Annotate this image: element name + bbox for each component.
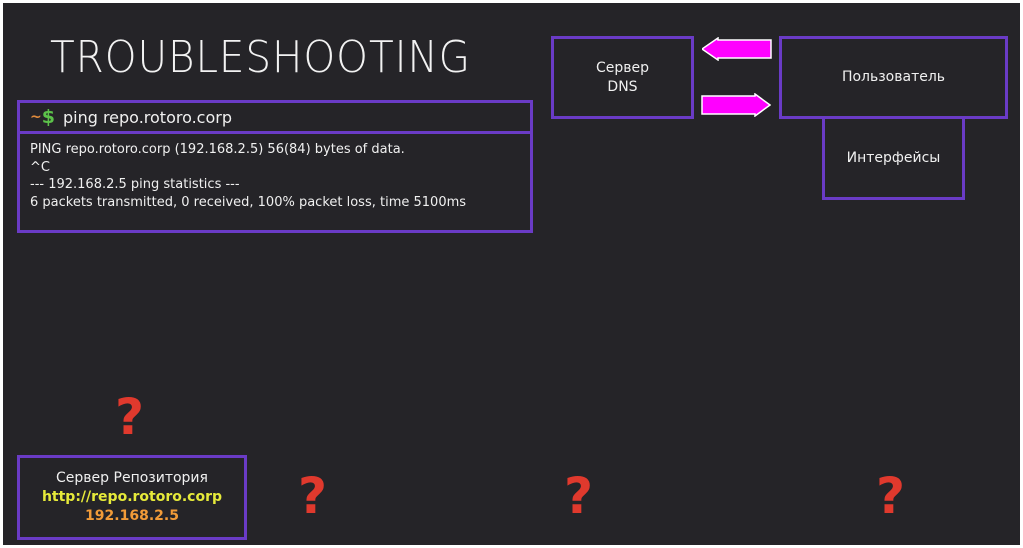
terminal-output-line: 6 packets transmitted, 0 received, 100% …	[30, 194, 467, 210]
slide-title: TROUBLESHOOTING	[50, 32, 471, 83]
question-mark-icon: ?	[876, 467, 906, 525]
question-mark-icon: ?	[115, 388, 145, 446]
question-mark-icon: ?	[564, 467, 594, 525]
prompt-dollar: $	[41, 106, 55, 128]
terminal-output: PING repo.rotoro.corp (192.168.2.5) 56(8…	[17, 131, 533, 233]
terminal-command: ping repo.rotoro.corp	[62, 107, 232, 127]
terminal-output-line: ^C	[30, 159, 50, 175]
dns-server-label-line2: DNS	[607, 78, 638, 95]
interfaces-label: Интерфейсы	[846, 149, 941, 166]
terminal-output-line: PING repo.rotoro.corp (192.168.2.5) 56(8…	[30, 142, 405, 157]
dns-server-label-line1: Сервер	[595, 59, 650, 76]
repo-server-node: Сервер Репозитория http://repo.rotoro.co…	[17, 455, 247, 540]
dns-server-node: Сервер DNS	[551, 36, 694, 119]
question-mark-icon: ?	[298, 467, 328, 525]
arrow-right-icon	[701, 93, 771, 117]
prompt-tilde: ~	[30, 109, 42, 125]
user-node: Пользователь	[779, 36, 1008, 119]
repo-server-url: http://repo.rotoro.corp	[41, 489, 223, 505]
terminal-command-bar: ~ $ ping repo.rotoro.corp	[17, 100, 533, 134]
user-label: Пользователь	[841, 69, 946, 85]
repo-server-label: Сервер Репозитория	[56, 470, 208, 486]
arrow-left-icon	[702, 37, 772, 61]
repo-server-ip: 192.168.2.5	[85, 508, 179, 524]
terminal-output-line: --- 192.168.2.5 ping statistics ---	[30, 177, 240, 192]
interfaces-node: Интерфейсы	[822, 116, 965, 200]
